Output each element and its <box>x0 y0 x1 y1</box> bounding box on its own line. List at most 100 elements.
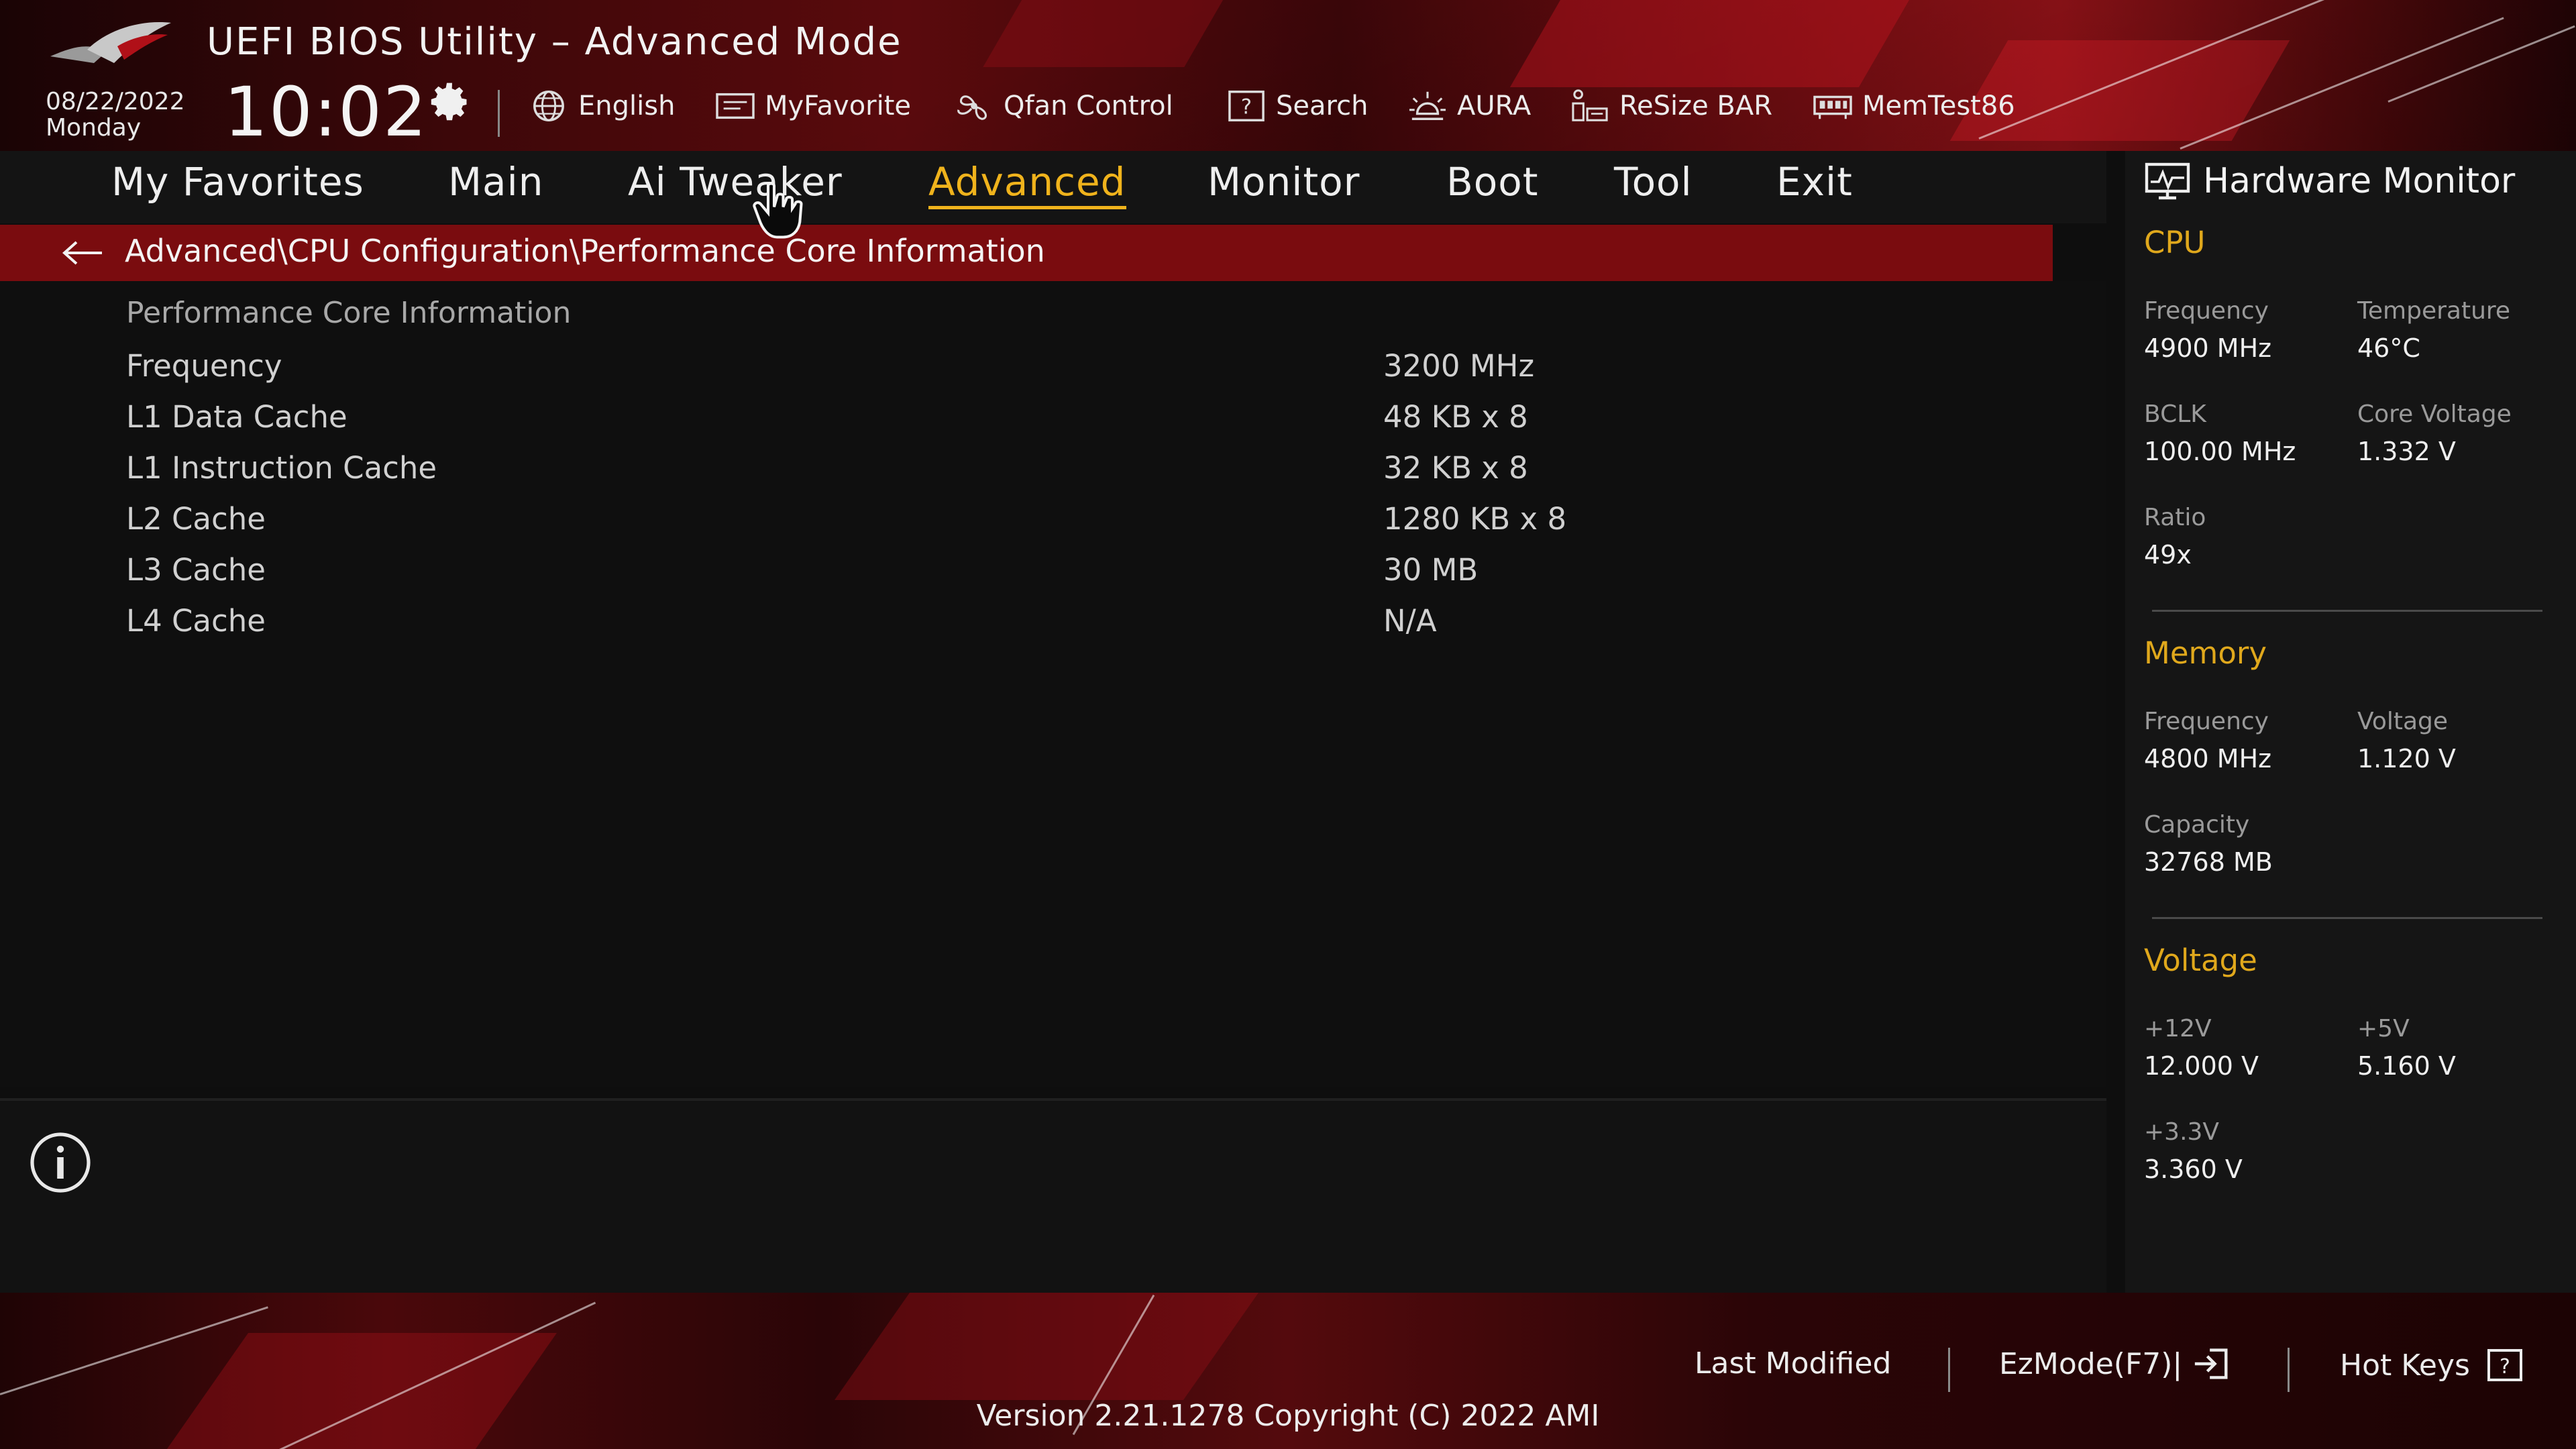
help-icon: ? <box>2487 1349 2522 1381</box>
info-icon <box>30 1132 91 1193</box>
resize-bar-icon <box>1572 89 1608 121</box>
aura-label: AURA <box>1457 91 1532 121</box>
memory-capacity-label: Capacity <box>2144 811 2250 839</box>
search-label: Search <box>1276 91 1368 121</box>
row-label: L3 Cache <box>126 552 266 588</box>
fan-icon <box>957 95 987 120</box>
myfavorite-label: MyFavorite <box>765 91 912 121</box>
search-button[interactable]: ? Search <box>1225 86 1368 126</box>
ezmode-label: EzMode(F7)| <box>1999 1346 2183 1381</box>
row-value: 30 MB <box>1383 552 1479 588</box>
cpu-temperature-label: Temperature <box>2357 297 2511 325</box>
hw-section-memory: Memory <box>2144 635 2267 671</box>
header-decoration <box>983 0 1231 67</box>
version-text: Version 2.21.1278 Copyright (C) 2022 AMI <box>976 1399 1600 1433</box>
memtest-icon <box>1813 95 1852 119</box>
tab-my-favorites[interactable]: My Favorites <box>111 159 364 205</box>
resize-bar-button[interactable]: ReSize BAR <box>1568 86 1772 126</box>
row-label: L1 Instruction Cache <box>126 450 437 486</box>
hardware-monitor-title: Hardware Monitor <box>2203 161 2516 201</box>
tab-main[interactable]: Main <box>448 159 543 205</box>
footer-decoration <box>834 1293 1259 1400</box>
cpu-core-voltage-label: Core Voltage <box>2357 400 2512 428</box>
cpu-ratio-value: 49x <box>2144 540 2192 570</box>
hot-keys-label: Hot Keys <box>2340 1348 2470 1383</box>
cpu-ratio-label: Ratio <box>2144 504 2206 531</box>
info-row-frequency[interactable]: Frequency 3200 MHz <box>0 348 2053 399</box>
voltage-3v3-label: +3.3V <box>2144 1118 2220 1146</box>
day-display: Monday <box>46 114 142 142</box>
cpu-temperature-value: 46°C <box>2357 333 2420 363</box>
info-row-l1-instruction-cache[interactable]: L1 Instruction Cache 32 KB x 8 <box>0 450 2053 501</box>
voltage-12v-value: 12.000 V <box>2144 1051 2259 1081</box>
row-label: L1 Data Cache <box>126 399 347 435</box>
help-info-panel <box>0 1098 2106 1293</box>
row-value: 32 KB x 8 <box>1383 450 1528 486</box>
hardware-monitor-panel: Hardware Monitor CPU Frequency 4900 MHz … <box>2125 151 2576 1293</box>
language-label: English <box>578 91 676 121</box>
header-separator <box>498 90 500 137</box>
info-row-l2-cache[interactable]: L2 Cache 1280 KB x 8 <box>0 501 2053 552</box>
footer-separator <box>2288 1348 2290 1392</box>
row-value: 48 KB x 8 <box>1383 399 1528 435</box>
qfan-control-label: Qfan Control <box>1004 91 1173 121</box>
hardware-monitor-header: Hardware Monitor <box>2144 158 2515 205</box>
cpu-frequency-value: 4900 MHz <box>2144 333 2272 363</box>
cpu-bclk-label: BCLK <box>2144 400 2206 428</box>
cpu-frequency-label: Frequency <box>2144 297 2269 325</box>
window-title: UEFI BIOS Utility – Advanced Mode <box>207 20 902 64</box>
row-label: Frequency <box>126 348 282 384</box>
memtest-button[interactable]: MemTest86 <box>1811 86 2015 126</box>
row-value: 1280 KB x 8 <box>1383 501 1567 537</box>
tab-boot[interactable]: Boot <box>1446 159 1539 205</box>
hot-keys-button[interactable]: Hot Keys ? <box>2340 1346 2530 1384</box>
tab-monitor[interactable]: Monitor <box>1208 159 1360 205</box>
qfan-control-button[interactable]: Qfan Control <box>953 86 1173 126</box>
memory-voltage-label: Voltage <box>2357 708 2449 735</box>
breadcrumb-path: Advanced\CPU Configuration\Performance C… <box>125 233 1045 269</box>
header-bar: UEFI BIOS Utility – Advanced Mode 08/22/… <box>0 0 2576 151</box>
aura-button[interactable]: AURA <box>1406 86 1531 126</box>
bios-screen: UEFI BIOS Utility – Advanced Mode 08/22/… <box>0 0 2576 1449</box>
hand-cursor-icon <box>753 182 803 239</box>
tab-exit[interactable]: Exit <box>1776 159 1853 205</box>
info-row-l3-cache[interactable]: L3 Cache 30 MB <box>0 552 2053 603</box>
monitor-icon <box>2145 162 2190 200</box>
globe-icon <box>533 91 564 121</box>
tab-tool[interactable]: Tool <box>1614 159 1693 205</box>
hw-divider <box>2152 610 2542 612</box>
tab-advanced[interactable]: Advanced <box>928 159 1126 209</box>
voltage-5v-value: 5.160 V <box>2357 1051 2456 1081</box>
info-row-l1-data-cache[interactable]: L1 Data Cache 48 KB x 8 <box>0 399 2053 450</box>
memory-voltage-value: 1.120 V <box>2357 744 2456 773</box>
memory-frequency-label: Frequency <box>2144 708 2269 735</box>
header-light-streak <box>2387 25 2575 103</box>
main-menu-bar: My Favorites Main Ai Tweaker Advanced Mo… <box>0 151 2106 223</box>
favorite-icon <box>716 93 755 119</box>
language-button[interactable]: English <box>527 86 675 126</box>
cpu-bclk-value: 100.00 MHz <box>2144 437 2296 466</box>
ezmode-button[interactable]: EzMode(F7)| <box>1999 1346 2231 1381</box>
last-modified-label: Last Modified <box>1695 1346 1892 1381</box>
voltage-5v-label: +5V <box>2357 1015 2410 1042</box>
back-arrow-icon[interactable] <box>60 239 105 266</box>
info-row-l4-cache[interactable]: L4 Cache N/A <box>0 603 2053 654</box>
row-value: 3200 MHz <box>1383 348 1535 384</box>
memory-frequency-value: 4800 MHz <box>2144 744 2272 773</box>
main-content: Performance Core Information Frequency 3… <box>0 281 2106 1087</box>
footer-separator <box>1948 1348 1950 1392</box>
row-value: N/A <box>1383 603 1437 639</box>
voltage-3v3-value: 3.360 V <box>2144 1155 2243 1184</box>
clock-display: 10:02 <box>224 72 428 151</box>
rog-logo <box>50 22 171 63</box>
gear-icon[interactable] <box>427 79 472 125</box>
svg-text:?: ? <box>2500 1355 2510 1379</box>
resize-bar-label: ReSize BAR <box>1619 91 1773 121</box>
svg-text:?: ? <box>1241 95 1252 119</box>
myfavorite-button[interactable]: MyFavorite <box>714 86 911 126</box>
section-title: Performance Core Information <box>126 296 572 330</box>
cpu-core-voltage-value: 1.332 V <box>2357 437 2456 466</box>
aura-icon <box>1409 91 1446 121</box>
breadcrumb: Advanced\CPU Configuration\Performance C… <box>0 225 2053 281</box>
last-modified-button[interactable]: Last Modified <box>1695 1346 1891 1381</box>
